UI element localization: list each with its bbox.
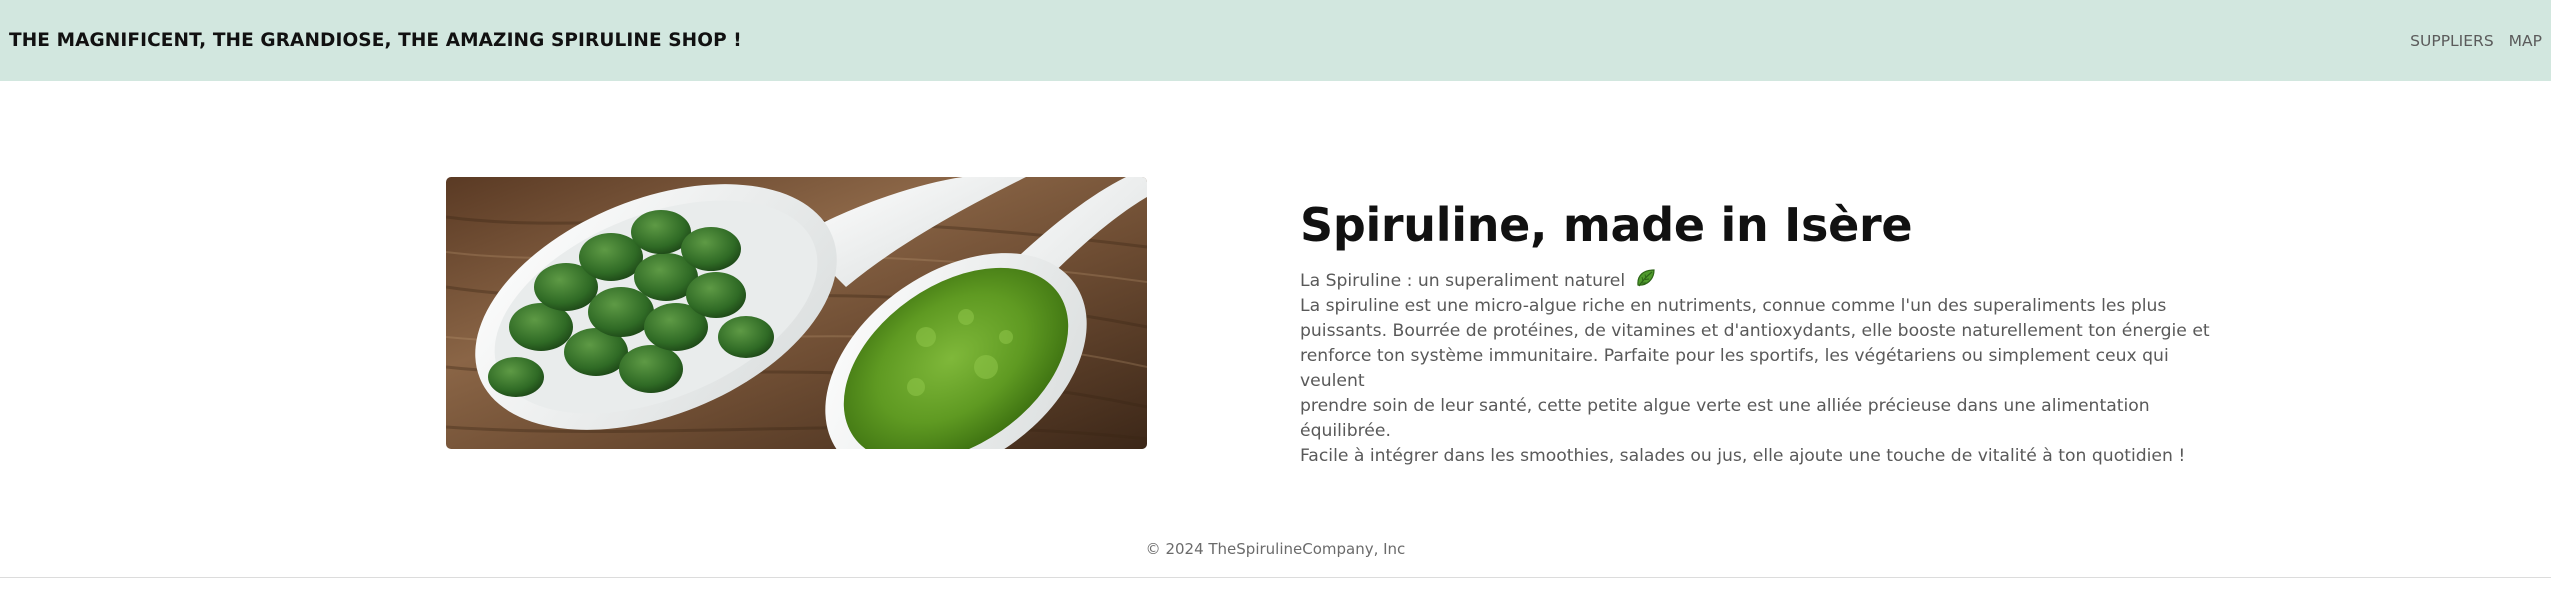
footer: © 2024 TheSpirulineCompany, Inc	[0, 540, 2551, 558]
nav-links: SUPPLIERS MAP	[2410, 32, 2542, 50]
description-line: prendre soin de leur santé, cette petite…	[1300, 396, 2150, 441]
nav-link-suppliers[interactable]: SUPPLIERS	[2410, 32, 2494, 50]
footer-divider	[0, 577, 2551, 578]
leaf-icon	[1634, 267, 1658, 291]
description-line: puissants. Bourrée de protéines, de vita…	[1300, 321, 2210, 341]
description-intro: La Spiruline : un superaliment naturel	[1300, 267, 2230, 294]
nav-link-map[interactable]: MAP	[2509, 32, 2542, 50]
description-line: La spiruline est une micro-algue riche e…	[1300, 296, 2167, 316]
hero-content: Spiruline, made in Isère La Spiruline : …	[1300, 197, 2230, 469]
description-line: renforce ton système immunitaire. Parfai…	[1300, 346, 2169, 391]
spirulina-image	[446, 177, 1147, 449]
navbar: THE MAGNIFICENT, THE GRANDIOSE, THE AMAZ…	[0, 0, 2551, 81]
intro-text: La Spiruline : un superaliment naturel	[1300, 271, 1626, 291]
description: La Spiruline : un superaliment naturel L…	[1300, 267, 2230, 469]
page-title: Spiruline, made in Isère	[1300, 198, 1913, 252]
copyright-text: © 2024 TheSpirulineCompany, Inc	[1145, 540, 1406, 558]
description-line: Facile à intégrer dans les smoothies, sa…	[1300, 446, 2186, 466]
brand-link[interactable]: THE MAGNIFICENT, THE GRANDIOSE, THE AMAZ…	[9, 30, 742, 51]
